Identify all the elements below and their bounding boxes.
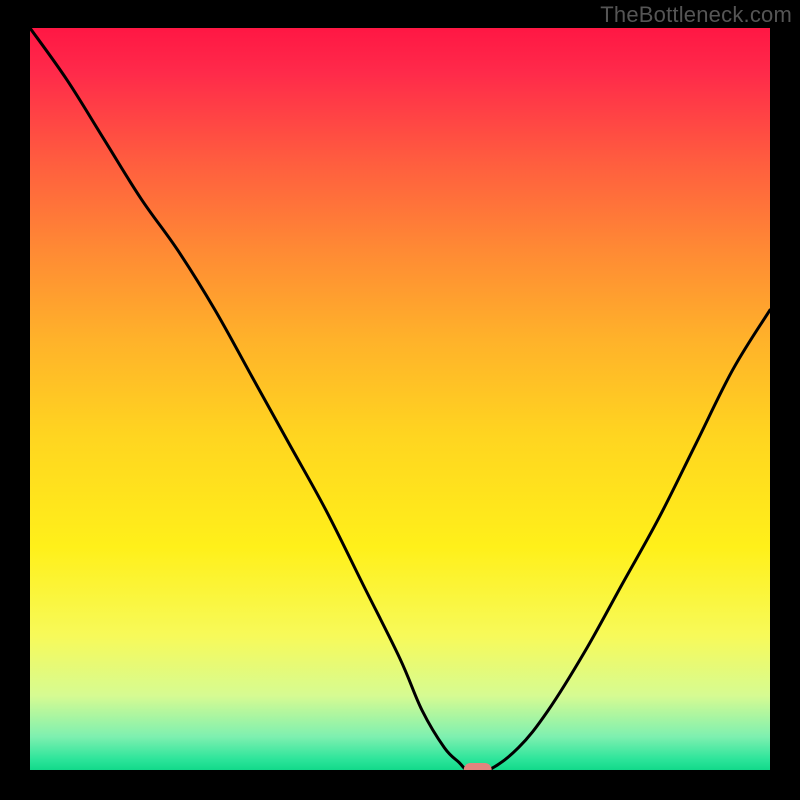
watermark-text: TheBottleneck.com [600, 2, 792, 28]
chart-canvas [0, 0, 800, 800]
bottleneck-chart: TheBottleneck.com [0, 0, 800, 800]
